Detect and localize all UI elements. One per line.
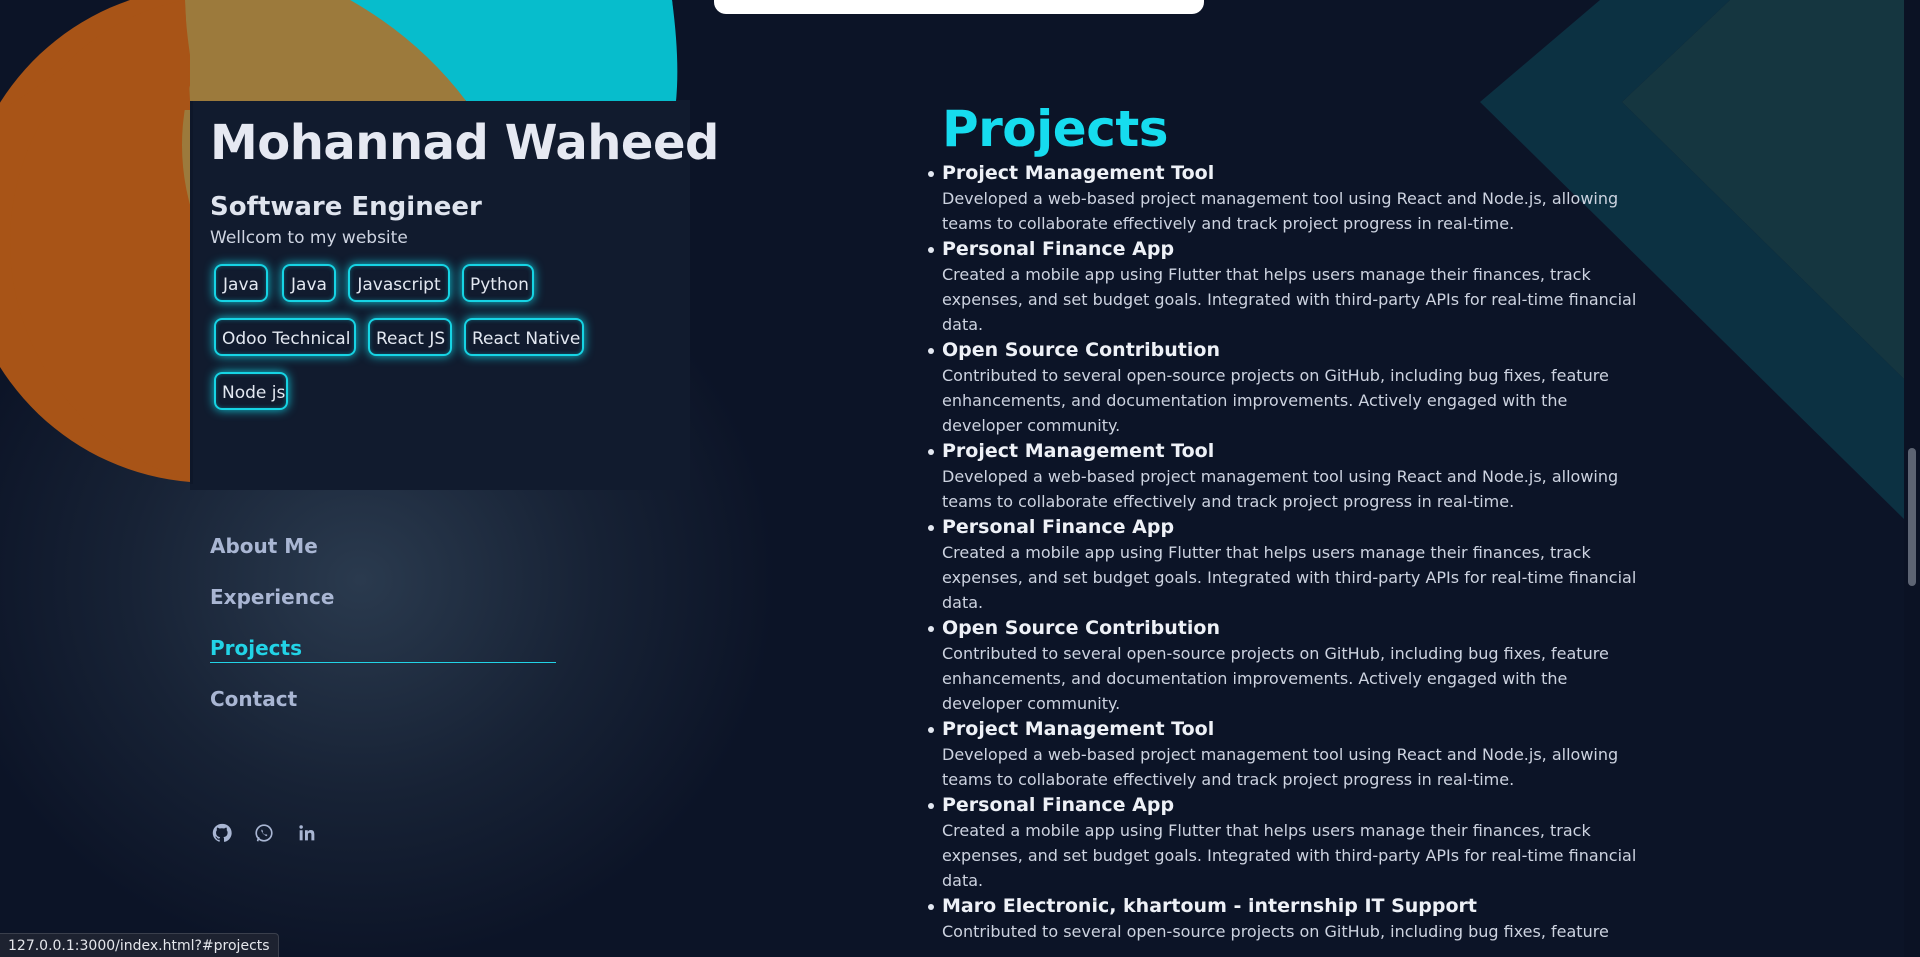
project-name: Personal Finance App [942,794,1175,816]
project-item: Personal Finance App Created a mobile ap… [928,514,1642,615]
scrollbar-thumb[interactable] [1908,448,1916,586]
project-name: Project Management Tool [942,440,1215,462]
profile-role: Software Engineer [210,192,482,222]
project-description: Created a mobile app using Flutter that … [942,543,1637,612]
link-status-url: 127.0.0.1:3000/index.html?#projects [0,933,279,957]
project-item: Open Source Contribution Contributed to … [928,337,1642,438]
project-item: Project Management Tool Developed a web-… [928,716,1642,792]
skill-badge: Odoo Technical [214,318,356,356]
skill-badge: Python [462,264,534,302]
browser-popup-edge [714,0,1204,14]
project-name: Personal Finance App [942,516,1175,538]
project-description: Created a mobile app using Flutter that … [942,265,1637,334]
skill-badge: Java [214,264,268,302]
project-item: Project Management Tool Developed a web-… [928,438,1642,514]
project-description: Developed a web-based project management… [942,189,1619,233]
project-item: Maro Electronic, khartoum - internship I… [928,893,1642,944]
project-name: Personal Finance App [942,238,1175,260]
cyan-overlay [0,0,678,110]
project-item: Personal Finance App Created a mobile ap… [928,236,1642,337]
profile-welcome: Wellcom to my website [210,228,408,248]
project-name: Project Management Tool [942,162,1215,184]
nav-contact[interactable]: Contact [210,687,297,711]
project-description: Contributed to several open-source proje… [942,644,1609,713]
project-name: Open Source Contribution [942,617,1220,639]
nav-about[interactable]: About Me [210,534,318,558]
project-description: Developed a web-based project management… [942,467,1619,511]
project-name: Project Management Tool [942,718,1215,740]
profile-name: Mohannad Waheed [210,115,719,171]
page: Mohannad Waheed Software Engineer Wellco… [0,0,1920,957]
skill-badge: React Native [464,318,584,356]
project-description: Contributed to several open-source proje… [942,922,1609,941]
whatsapp-icon[interactable] [253,822,275,844]
nav-projects[interactable]: Projects [210,636,302,660]
project-description: Created a mobile app using Flutter that … [942,821,1637,890]
skill-badge: Javascript [348,264,450,302]
skill-badge: React JS [368,318,452,356]
project-item: Open Source Contribution Contributed to … [928,615,1642,716]
linkedin-icon[interactable] [296,822,318,844]
project-name: Open Source Contribution [942,339,1220,361]
project-description: Contributed to several open-source proje… [942,366,1609,435]
project-item: Project Management Tool Developed a web-… [928,160,1642,236]
github-icon[interactable] [211,822,233,844]
skill-badge: Java [282,264,336,302]
project-name: Maro Electronic, khartoum - internship I… [942,895,1478,917]
skill-badge: Node js [214,372,288,410]
nav-active-indicator [210,662,556,663]
projects-heading: Projects [942,100,1169,158]
project-item: Personal Finance App Created a mobile ap… [928,792,1642,893]
nav-experience[interactable]: Experience [210,585,334,609]
hero-card-shade [190,100,193,484]
project-description: Developed a web-based project management… [942,745,1619,789]
projects-list: Project Management Tool Developed a web-… [928,160,1642,944]
